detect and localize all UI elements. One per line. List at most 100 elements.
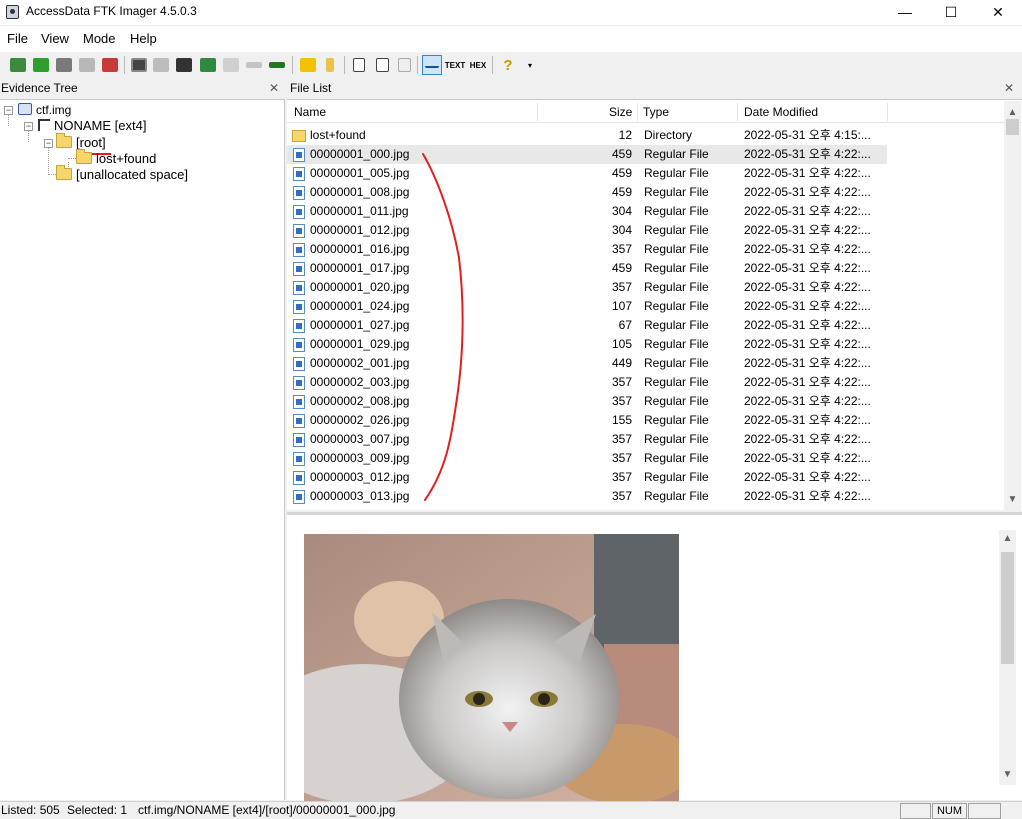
file-size-cell: 357 — [611, 394, 632, 408]
scroll-down-icon[interactable]: ▼ — [999, 766, 1016, 783]
export-files-icon[interactable] — [298, 55, 318, 75]
table-row[interactable]: 00000002_001.jpg 449 Regular File 2022-05-3… — [287, 354, 887, 373]
jpg-file-icon — [293, 395, 305, 409]
help-icon[interactable]: ? — [498, 55, 518, 75]
tree-collapse-icon[interactable]: − — [24, 122, 33, 131]
table-row[interactable]: 00000003_013.jpg 357 Regular File 2022-05-3… — [287, 487, 887, 506]
file-name-cell: 00000003_013.jpg — [310, 489, 410, 503]
file-date-cell: 2022-05-31 오후 4:22:... — [744, 337, 871, 351]
export-hash-list-icon[interactable] — [320, 55, 340, 75]
tree-node-ctf-img[interactable]: ctf.img — [18, 102, 71, 118]
status-listed: Listed: 505 — [1, 803, 60, 817]
close-button[interactable]: ✕ — [975, 0, 1021, 25]
column-divider[interactable] — [637, 103, 638, 121]
jpg-file-icon — [293, 148, 305, 162]
table-row[interactable]: 00000001_017.jpg 459 Regular File 2022-05-3… — [287, 259, 887, 278]
toolbar-separator — [492, 56, 493, 74]
table-row[interactable]: 00000001_027.jpg 67 Regular File 2022-05-31… — [287, 316, 887, 335]
file-list-scrollbar[interactable]: ▲ ▼ — [1004, 101, 1021, 510]
file-type-cell: Regular File — [644, 337, 709, 351]
jpg-file-icon — [293, 224, 305, 238]
remove-all-evidence-icon[interactable] — [100, 55, 120, 75]
file-date-cell: 2022-05-31 오후 4:22:... — [744, 204, 871, 218]
menu-view[interactable]: View — [41, 31, 69, 46]
table-row[interactable]: 00000003_012.jpg 357 Regular File 2022-05-3… — [287, 468, 887, 487]
table-row[interactable]: 00000001_029.jpg 105 Regular File 2022-05-3… — [287, 335, 887, 354]
export-disk-image-icon[interactable] — [151, 55, 171, 75]
table-row[interactable]: lost+found 12 Directory 2022-05-31 오후 4:15:… — [287, 126, 887, 145]
evidence-tree-close-icon[interactable]: ✕ — [269, 78, 279, 99]
file-name-cell: 00000002_003.jpg — [310, 375, 410, 389]
create-disk-image-icon[interactable] — [129, 55, 149, 75]
table-row[interactable]: 00000001_020.jpg 357 Regular File 2022-05-3… — [287, 278, 887, 297]
file-date-cell: 2022-05-31 오후 4:22:... — [744, 147, 871, 161]
file-size-cell: 357 — [611, 375, 632, 389]
add-all-evidence-icon[interactable] — [31, 55, 51, 75]
export-logical-image-icon[interactable] — [174, 55, 194, 75]
remove-evidence-icon[interactable] — [77, 55, 97, 75]
column-divider[interactable] — [537, 103, 538, 121]
detect-efs-icon[interactable] — [221, 55, 241, 75]
table-row[interactable]: 00000002_003.jpg 357 Regular File 2022-05-3… — [287, 373, 887, 392]
preview-scrollbar[interactable]: ▲ ▼ — [999, 530, 1016, 785]
jpg-file-icon — [293, 205, 305, 219]
capture-memory-icon[interactable] — [198, 55, 218, 75]
file-type-cell: Directory — [644, 128, 693, 142]
toolbar-separator — [292, 56, 293, 74]
new-document-icon[interactable] — [349, 55, 369, 75]
table-row[interactable]: 00000001_008.jpg 459 Regular File 2022-05-3… — [287, 183, 887, 202]
table-row[interactable]: 00000001_012.jpg 304 Regular File 2022-05-3… — [287, 221, 887, 240]
add-evidence-icon[interactable] — [8, 55, 28, 75]
file-size-cell: 357 — [611, 489, 632, 503]
tree-node-noname-ext4[interactable]: NONAME [ext4] — [38, 118, 146, 134]
tree-collapse-icon[interactable]: − — [4, 106, 13, 115]
toolbar-overflow-icon[interactable]: ▾ — [520, 55, 540, 75]
scroll-down-icon[interactable]: ▼ — [1004, 491, 1021, 508]
tree-node-lost-found[interactable]: lost+found — [76, 149, 156, 167]
menu-mode[interactable]: Mode — [83, 31, 116, 46]
scroll-up-icon[interactable]: ▲ — [999, 530, 1016, 547]
file-size-cell: 357 — [611, 432, 632, 446]
column-header-size[interactable]: Size — [609, 101, 632, 123]
file-name-cell: 00000001_029.jpg — [310, 337, 410, 351]
table-row[interactable]: 00000001_016.jpg 357 Regular File 2022-05-3… — [287, 240, 887, 259]
table-row[interactable]: 00000002_008.jpg 357 Regular File 2022-05-3… — [287, 392, 887, 411]
table-row[interactable]: 00000003_007.jpg 357 Regular File 2022-05-3… — [287, 430, 887, 449]
auto-view-icon[interactable] — [422, 55, 442, 75]
tree-collapse-icon[interactable]: − — [44, 139, 53, 148]
table-row[interactable]: 00000001_005.jpg 459 Regular File 2022-05-3… — [287, 164, 887, 183]
file-type-cell: Regular File — [644, 432, 709, 446]
table-row[interactable]: 00000001_011.jpg 304 Regular File 2022-05-3… — [287, 202, 887, 221]
file-size-cell: 304 — [611, 223, 632, 237]
text-view-icon[interactable]: TEXT — [445, 55, 465, 75]
column-header-type[interactable]: Type — [643, 101, 669, 123]
column-header-name[interactable]: Name — [294, 101, 326, 123]
table-row[interactable]: 00000001_024.jpg 107 Regular File 2022-05-3… — [287, 297, 887, 316]
properties-icon[interactable] — [372, 55, 392, 75]
obtain-protected-files-icon[interactable] — [244, 55, 264, 75]
jpg-file-icon — [293, 414, 305, 428]
tree-node-unallocated-space[interactable]: [unallocated space] — [56, 165, 188, 183]
file-type-cell: Regular File — [644, 166, 709, 180]
scrollbar-thumb[interactable] — [1001, 552, 1014, 664]
hex-view-icon[interactable]: HEX — [468, 55, 488, 75]
scrollbar-thumb[interactable] — [1006, 119, 1019, 135]
minimize-button[interactable]: — — [882, 0, 928, 25]
image-mounting-icon[interactable] — [54, 55, 74, 75]
file-size-cell: 357 — [611, 451, 632, 465]
maximize-button[interactable]: ☐ — [928, 0, 974, 25]
column-header-date-modified[interactable]: Date Modified — [744, 101, 818, 123]
menu-file[interactable]: File — [7, 31, 28, 46]
column-divider[interactable] — [887, 103, 888, 121]
file-date-cell: 2022-05-31 오후 4:22:... — [744, 470, 871, 484]
table-row[interactable]: 00000003_009.jpg 357 Regular File 2022-05-3… — [287, 449, 887, 468]
tree-connector — [28, 130, 29, 142]
menu-help[interactable]: Help — [130, 31, 157, 46]
hex-value-icon[interactable] — [394, 55, 414, 75]
table-row[interactable]: 00000001_000.jpg 459 Regular File 2022-05-3… — [287, 145, 887, 164]
verify-drive-icon[interactable] — [267, 55, 287, 75]
status-path: ctf.img/NONAME [ext4]/[root]/00000001_00… — [138, 803, 396, 817]
table-row[interactable]: 00000002_026.jpg 155 Regular File 2022-05-3… — [287, 411, 887, 430]
file-list-close-icon[interactable]: ✕ — [1004, 78, 1014, 99]
column-divider[interactable] — [737, 103, 738, 121]
